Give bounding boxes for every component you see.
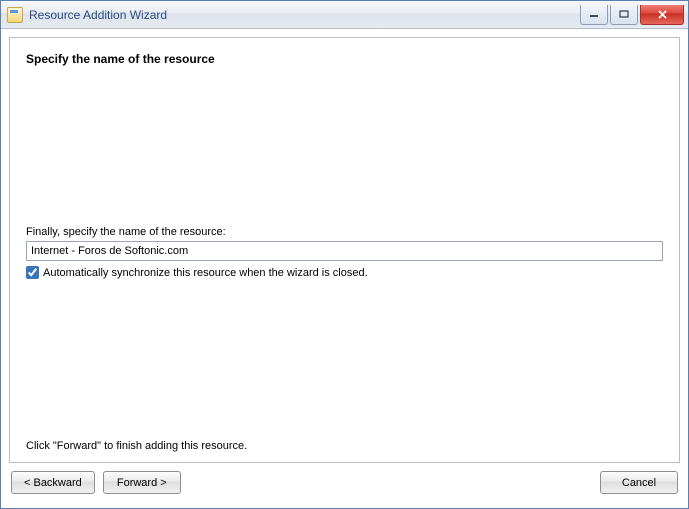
wizard-page: Specify the name of the resource Finally… [9,37,680,463]
app-icon [7,7,23,23]
auto-sync-row: Automatically synchronize this resource … [26,266,663,279]
window-title: Resource Addition Wizard [29,8,167,22]
window-buttons [580,5,686,25]
close-button[interactable] [640,5,684,25]
maximize-button[interactable] [610,5,638,25]
cancel-button[interactable]: Cancel [600,471,678,494]
forward-button[interactable]: Forward > [103,471,181,494]
wizard-hint: Click "Forward" to finish adding this re… [26,440,247,452]
auto-sync-label: Automatically synchronize this resource … [43,267,368,279]
step-heading: Specify the name of the resource [26,52,663,66]
minimize-button[interactable] [580,5,608,25]
auto-sync-checkbox[interactable] [26,266,39,279]
name-field-block: Finally, specify the name of the resourc… [26,226,663,279]
wizard-footer: < Backward Forward > Cancel [1,471,688,504]
resource-name-input[interactable] [26,241,663,261]
titlebar: Resource Addition Wizard [1,1,688,29]
name-field-label: Finally, specify the name of the resourc… [26,226,663,238]
footer-spacer [189,471,592,494]
backward-button[interactable]: < Backward [11,471,95,494]
